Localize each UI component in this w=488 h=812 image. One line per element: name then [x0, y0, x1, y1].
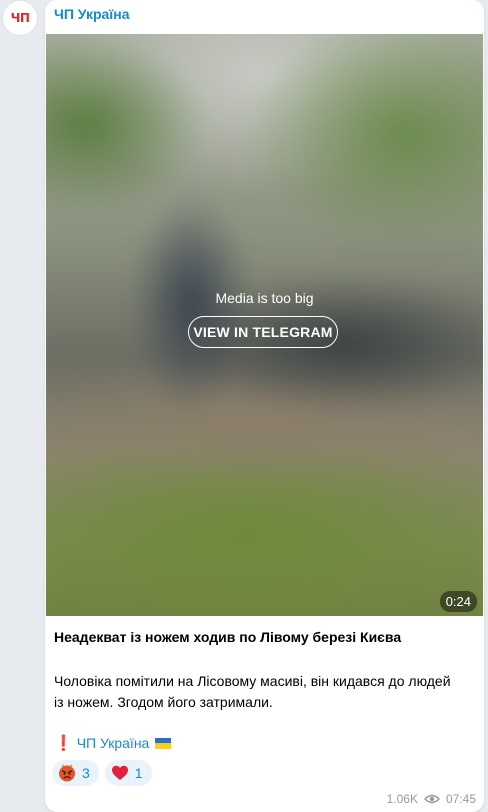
view-in-telegram-button[interactable]: VIEW IN TELEGRAM — [188, 316, 338, 348]
post-body-line: із ножем. Згодом його затримали. — [54, 694, 273, 710]
signature-link[interactable]: ЧП Україна — [77, 735, 150, 751]
reaction-angry[interactable]: 3 — [52, 760, 99, 786]
red-heart-icon — [111, 765, 128, 780]
message-time: 07:45 — [445, 792, 476, 806]
message-meta: 1.06K 07:45 — [387, 792, 476, 806]
post-signature[interactable]: ❗ ЧП Україна — [54, 734, 172, 752]
avatar-logo-text: ЧП — [10, 11, 30, 25]
ukraine-flag-icon — [155, 737, 172, 749]
exclamation-icon: ❗ — [54, 735, 73, 752]
video-preview[interactable]: Media is too big VIEW IN TELEGRAM 0:24 — [46, 34, 483, 616]
channel-avatar[interactable]: ЧП — [2, 0, 38, 36]
post-body-line: Чоловіка помітили на Лісовому масиві, ві… — [54, 673, 451, 689]
angry-face-icon — [59, 764, 75, 782]
media-too-big-label: Media is too big — [215, 290, 314, 306]
channel-name-link[interactable]: ЧП Україна — [54, 6, 130, 22]
eye-icon — [423, 794, 440, 804]
post-body: Чоловіка помітили на Лісовому масиві, ві… — [54, 671, 474, 713]
reaction-heart[interactable]: 1 — [104, 760, 152, 786]
video-duration-badge: 0:24 — [439, 591, 477, 612]
post-title: Неадекват із ножем ходив по Лівому берез… — [54, 629, 402, 645]
view-count: 1.06K — [386, 792, 418, 806]
reaction-count: 1 — [134, 765, 143, 781]
reactions-bar: 3 1 — [52, 760, 152, 786]
reaction-count: 3 — [82, 765, 90, 781]
